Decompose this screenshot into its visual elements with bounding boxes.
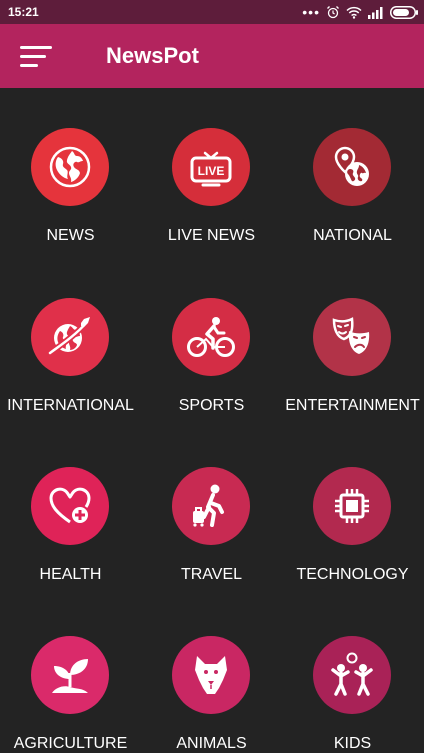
app-bar: NewsPot — [0, 24, 424, 88]
category-label: ENTERTAINMENT — [285, 397, 420, 414]
sprout-icon — [52, 659, 88, 693]
category-circle — [31, 128, 109, 206]
category-agriculture[interactable]: AGRICULTURE — [0, 596, 141, 752]
category-kids[interactable]: KIDS — [282, 596, 423, 752]
traveler-luggage-icon — [193, 484, 224, 527]
category-circle — [172, 636, 250, 714]
chip-icon — [335, 489, 369, 523]
hamburger-menu-icon[interactable] — [20, 44, 54, 70]
theater-masks-icon — [332, 317, 370, 354]
category-circle — [31, 467, 109, 545]
svg-text:LIVE: LIVE — [198, 164, 225, 178]
category-national[interactable]: NATIONAL — [282, 88, 423, 244]
dog-icon — [195, 656, 227, 694]
wifi-icon — [346, 6, 362, 19]
category-sports[interactable]: SPORTS — [141, 258, 282, 414]
category-circle — [31, 636, 109, 714]
cyclist-icon — [187, 317, 235, 357]
live-tv-icon: LIVE — [190, 151, 232, 187]
battery-icon — [390, 5, 418, 19]
plane-around-globe-icon — [48, 317, 90, 356]
category-circle — [313, 636, 391, 714]
alarm-icon — [327, 6, 339, 19]
category-circle — [172, 467, 250, 545]
category-health[interactable]: HEALTH — [0, 427, 141, 583]
category-label: NATIONAL — [313, 227, 392, 244]
category-circle: LIVE — [172, 128, 250, 206]
category-international[interactable]: INTERNATIONAL — [0, 258, 141, 414]
globe-icon — [49, 146, 91, 188]
category-circle — [313, 298, 391, 376]
category-grid: NEWS LIVE LIVE NEWS NATIONAL INTERNATION… — [0, 88, 424, 753]
status-time: 15:21 — [8, 5, 39, 19]
category-circle — [313, 467, 391, 545]
status-icons: ••• — [302, 4, 418, 20]
category-entertainment[interactable]: ENTERTAINMENT — [282, 258, 423, 414]
category-travel[interactable]: TRAVEL — [141, 427, 282, 583]
category-live-news[interactable]: LIVE LIVE NEWS — [141, 88, 282, 244]
kids-playing-icon — [331, 652, 373, 696]
heart-plus-icon — [49, 487, 91, 524]
category-circle — [31, 298, 109, 376]
category-circle — [172, 298, 250, 376]
category-circle — [313, 128, 391, 206]
category-label: KIDS — [333, 735, 372, 752]
app-title: NewsPot — [106, 43, 199, 68]
category-animals[interactable]: ANIMALS — [141, 596, 282, 752]
category-label: TECHNOLOGY — [296, 566, 409, 583]
signal-icon — [368, 6, 383, 19]
status-bar: 15:21 ••• — [0, 0, 424, 24]
category-news[interactable]: NEWS — [0, 88, 141, 244]
category-technology[interactable]: TECHNOLOGY — [282, 427, 423, 583]
map-pin-globe-icon — [334, 146, 369, 186]
more-dots-icon: ••• — [302, 4, 320, 20]
